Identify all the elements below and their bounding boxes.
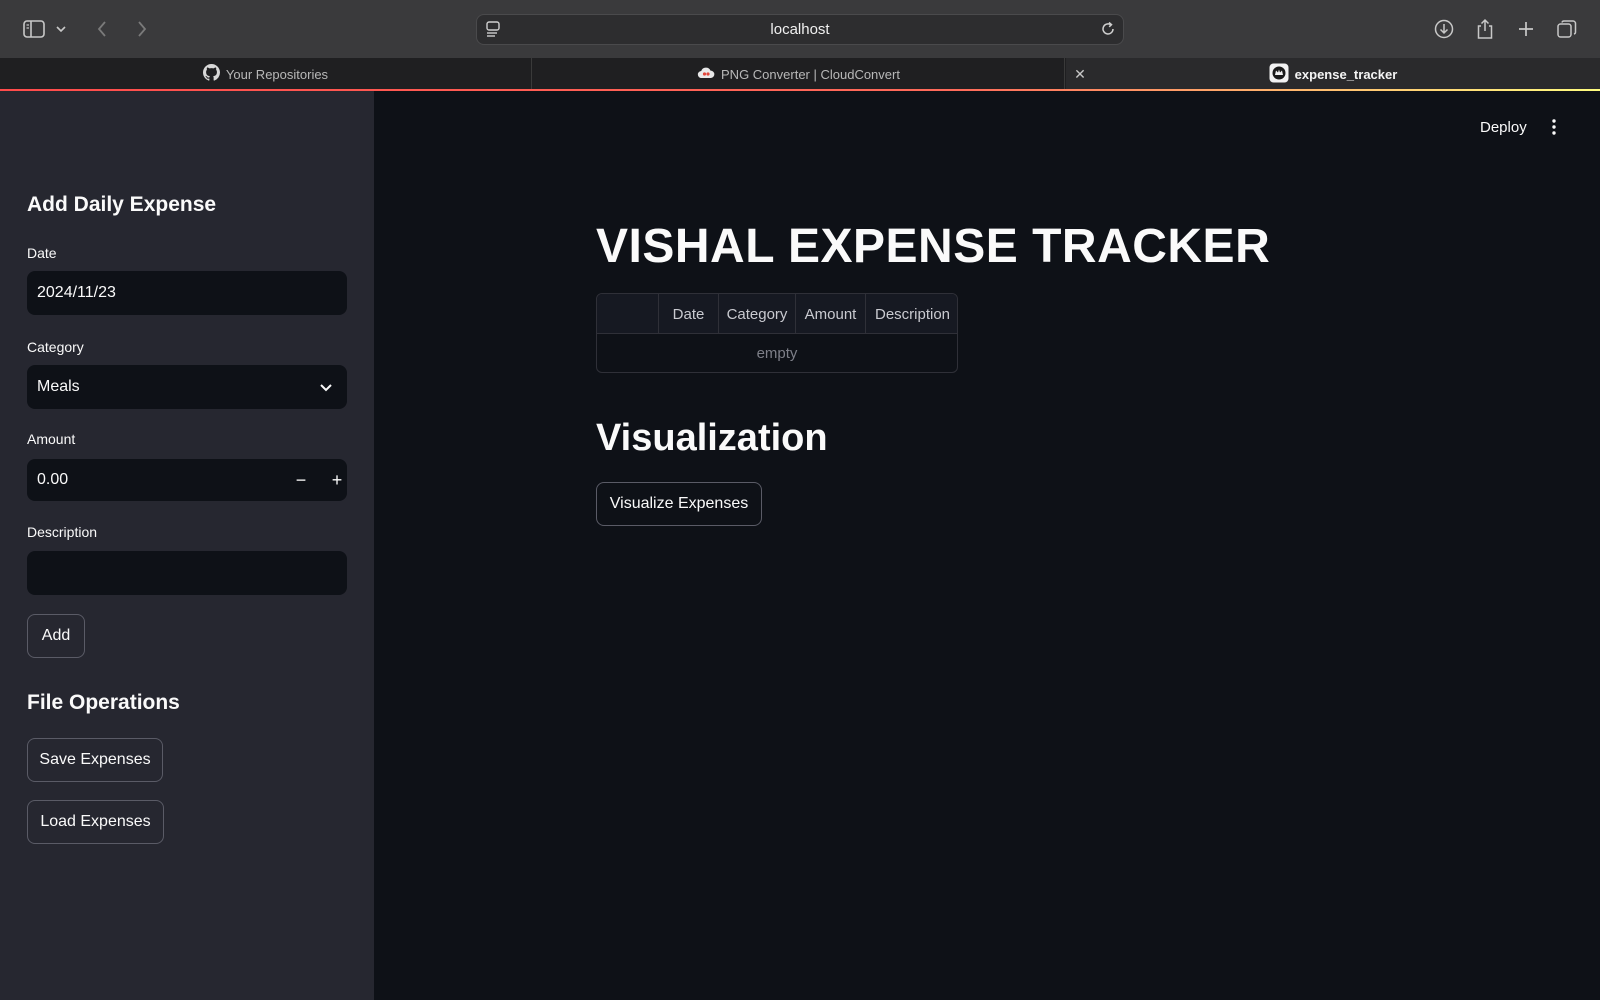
- increment-button[interactable]: +: [319, 459, 355, 501]
- reload-icon[interactable]: [1099, 20, 1117, 43]
- description-column-header[interactable]: Description: [866, 294, 957, 334]
- tab-label: PNG Converter | CloudConvert: [721, 66, 900, 82]
- expense-table[interactable]: Date Category Amount Description empty: [596, 293, 958, 373]
- tab-overview-icon[interactable]: [1554, 16, 1580, 42]
- amount-input[interactable]: 0.00 − +: [27, 459, 347, 501]
- sidebar: Add Daily Expense Date 2024/11/23 Catego…: [0, 91, 374, 1000]
- amount-value: 0.00: [37, 471, 69, 488]
- date-input[interactable]: 2024/11/23: [27, 271, 347, 315]
- visualization-heading: Visualization: [596, 417, 828, 459]
- tab-label: Your Repositories: [225, 66, 329, 82]
- tab-label: expense_tracker: [1294, 66, 1398, 82]
- category-column-header[interactable]: Category: [719, 294, 796, 334]
- sidebar-toggle-icon[interactable]: [21, 16, 47, 42]
- tab-strip: Your Repositories PNG Converter | CloudC…: [0, 58, 1600, 90]
- github-icon: [202, 64, 220, 84]
- date-value: 2024/11/23: [37, 284, 116, 301]
- sidebar-title-file-operations: File Operations: [27, 691, 180, 714]
- tab-expense-tracker[interactable]: expense_tracker: [1066, 58, 1600, 90]
- share-icon[interactable]: [1472, 16, 1498, 42]
- streamlit-icon: [1269, 63, 1289, 86]
- chevron-down-icon[interactable]: [52, 16, 70, 42]
- download-icon[interactable]: [1431, 16, 1457, 42]
- table-empty-text: empty: [756, 344, 798, 362]
- browser-toolbar: localhost: [0, 0, 1600, 58]
- main-content: Deploy VISHAL EXPENSE TRACKER Date Categ…: [374, 91, 1600, 1000]
- forward-icon[interactable]: [129, 16, 155, 42]
- description-label: Description: [27, 524, 98, 540]
- amount-column-header[interactable]: Amount: [796, 294, 866, 334]
- add-button[interactable]: Add: [27, 614, 85, 658]
- back-icon[interactable]: [89, 16, 115, 42]
- category-select[interactable]: Meals: [27, 365, 347, 409]
- chevron-down-icon: [319, 379, 333, 397]
- tab-your-repositories[interactable]: Your Repositories: [0, 58, 532, 90]
- category-label: Category: [27, 339, 84, 355]
- table-header: Date Category Amount Description: [597, 294, 957, 334]
- new-tab-icon[interactable]: [1513, 16, 1539, 42]
- visualize-expenses-button[interactable]: Visualize Expenses: [596, 482, 762, 526]
- save-expenses-button[interactable]: Save Expenses: [27, 738, 163, 782]
- cloudconvert-icon: [697, 67, 715, 82]
- close-tab-icon[interactable]: ✕: [1072, 66, 1088, 82]
- category-value: Meals: [37, 378, 80, 395]
- load-expenses-button[interactable]: Load Expenses: [27, 800, 164, 844]
- deploy-button[interactable]: Deploy: [1480, 119, 1527, 136]
- decrement-button[interactable]: −: [283, 459, 319, 501]
- amount-label: Amount: [27, 431, 76, 447]
- sidebar-title-add-expense: Add Daily Expense: [27, 193, 217, 216]
- index-column-header: [597, 294, 659, 334]
- tab-png-converter[interactable]: PNG Converter | CloudConvert: [533, 58, 1065, 90]
- page-title: VISHAL EXPENSE TRACKER: [596, 220, 1271, 273]
- more-menu-icon[interactable]: [1548, 117, 1560, 137]
- date-column-header[interactable]: Date: [659, 294, 719, 334]
- description-input[interactable]: [27, 551, 347, 595]
- address-text: localhost: [770, 21, 830, 38]
- address-bar[interactable]: localhost: [476, 14, 1124, 45]
- date-label: Date: [27, 245, 57, 261]
